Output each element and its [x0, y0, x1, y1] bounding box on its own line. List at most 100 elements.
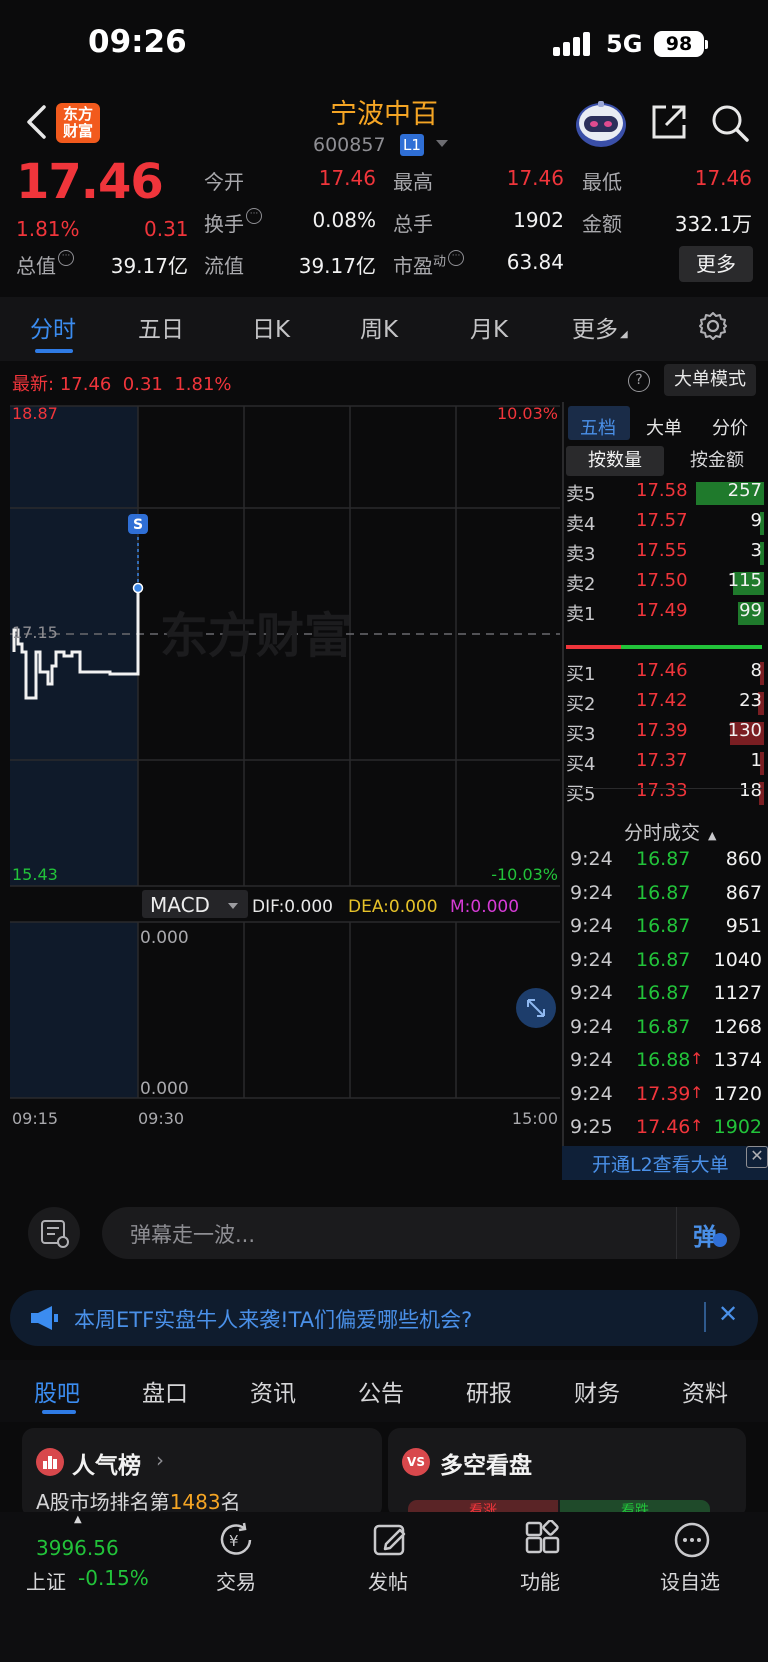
- more-dots-icon[interactable]: ···: [58, 250, 74, 266]
- y-max: 18.87: [12, 404, 58, 423]
- stock-name[interactable]: 宁波中百: [300, 92, 468, 131]
- buy-level-row[interactable]: 买2 17.42 23: [566, 690, 766, 720]
- ticks-title[interactable]: 分时成交 ▲: [624, 818, 716, 845]
- tab-pankou[interactable]: 盘口: [142, 1374, 188, 1408]
- index-value[interactable]: 3996.56: [36, 1536, 119, 1560]
- logo-text-1: 东方: [62, 105, 93, 123]
- functions-grid-icon[interactable]: [522, 1519, 562, 1560]
- more-dots-icon[interactable]: ···: [246, 208, 262, 224]
- tick-price: 17.39: [636, 1082, 691, 1105]
- nav-post[interactable]: 发帖: [368, 1566, 408, 1595]
- tick-row: 9:24 17.39 ↑ 1720: [566, 1083, 766, 1115]
- promo-banner[interactable]: 本周ETF实盘牛人来袭!TA们偏爱哪些机会? ✕: [10, 1290, 758, 1346]
- subtab-by-amount[interactable]: 按金额: [670, 446, 764, 476]
- buy-level-row[interactable]: 买1 17.46 8: [566, 660, 766, 690]
- stat-label-turnover: 换手 ···: [204, 208, 262, 237]
- stat-label-pe: 市盈动 ···: [393, 250, 465, 279]
- sell-level-row[interactable]: 卖1 17.49 99: [566, 600, 766, 630]
- index-name[interactable]: 上证: [26, 1566, 66, 1595]
- nav-trade[interactable]: 交易: [216, 1566, 256, 1595]
- logo-text-2: 财富: [62, 122, 93, 140]
- share-icon[interactable]: [650, 103, 688, 141]
- close-promo-icon[interactable]: ✕: [746, 1146, 768, 1168]
- ai-robot-icon[interactable]: [574, 98, 628, 148]
- sell-level-price: 17.58: [636, 480, 688, 501]
- megaphone-icon: [28, 1304, 60, 1332]
- buy-level-label: 买4: [566, 754, 596, 775]
- tab-intraday[interactable]: 分时: [30, 310, 76, 344]
- buy-level-row[interactable]: 买4 17.37 1: [566, 750, 766, 780]
- tick-price: 16.87: [636, 915, 691, 937]
- sell-level-row[interactable]: 卖4 17.57 9: [566, 510, 766, 540]
- ticks-title-text: 分时成交: [624, 822, 701, 844]
- stat-value-turnover: 0.08%: [312, 208, 376, 232]
- panel-tab-big-orders[interactable]: 大单: [646, 414, 682, 440]
- stat-value-amount: 332.1万: [674, 212, 752, 236]
- sell-level-row[interactable]: 卖2 17.50 115: [566, 570, 766, 600]
- rank-prefix: A股市场排名第: [36, 1490, 170, 1514]
- level-badge[interactable]: L1: [400, 134, 424, 156]
- intraday-chart[interactable]: 东方财富 S MACD DIF:0.000 DEA:0.000 M:0.000 …: [0, 402, 562, 1162]
- tick-arrow-icon: ↑: [690, 1116, 704, 1135]
- popularity-subtitle: A股市场排名第1483名: [36, 1486, 241, 1515]
- buy-level-volume: 8: [750, 660, 762, 681]
- nav-add-watchlist[interactable]: 设自选: [660, 1566, 720, 1595]
- tick-price: 17.46: [636, 1116, 691, 1138]
- panel-tab-price-dist[interactable]: 分价: [712, 414, 748, 440]
- chevron-right-icon: ›: [156, 1448, 164, 1472]
- sell-level-volume: 257: [727, 480, 762, 501]
- status-time: 09:26: [88, 24, 187, 60]
- turnover-text: 换手: [204, 212, 244, 236]
- buy-level-row[interactable]: 买5 17.33 18: [566, 780, 766, 810]
- ticks-divider: [566, 788, 762, 789]
- tab-news[interactable]: 资讯: [250, 1374, 296, 1408]
- tab-daily-k[interactable]: 日K: [252, 310, 290, 344]
- sell-level-label: 卖5: [566, 484, 596, 505]
- banner-text[interactable]: 本周ETF实盘牛人来袭!TA们偏爱哪些机会?: [74, 1304, 472, 1334]
- tab-finance[interactable]: 财务: [574, 1374, 620, 1408]
- panel-tab-five-levels[interactable]: 五档: [580, 414, 616, 440]
- market-cap-text: 总值: [16, 254, 56, 278]
- l2-promo-text[interactable]: 开通L2查看大单: [592, 1150, 729, 1177]
- help-icon[interactable]: ?: [628, 370, 650, 392]
- sell-level-row[interactable]: 卖3 17.55 3: [566, 540, 766, 570]
- buy-level-row[interactable]: 买3 17.39 130: [566, 720, 766, 750]
- banner-close-icon[interactable]: ✕: [718, 1300, 738, 1328]
- nav-functions[interactable]: 功能: [520, 1566, 560, 1595]
- buy-level-price: 17.39: [636, 720, 688, 741]
- subtab-by-quantity[interactable]: 按数量: [566, 446, 664, 476]
- buy-level-volume: 23: [739, 690, 762, 711]
- level-caret-icon[interactable]: [436, 140, 448, 147]
- buy-level-price: 17.37: [636, 750, 688, 771]
- danmaku-settings-icon[interactable]: [28, 1207, 80, 1259]
- buy-level-label: 买5: [566, 784, 596, 805]
- trade-yuan-icon[interactable]: ¥: [216, 1520, 256, 1560]
- x-label-open: 09:30: [138, 1109, 184, 1128]
- tab-five-day[interactable]: 五日: [138, 310, 184, 344]
- danmaku-input[interactable]: 弹幕走一波... 弹: [102, 1207, 740, 1259]
- search-icon[interactable]: [710, 103, 750, 143]
- back-icon[interactable]: [22, 104, 52, 140]
- big-order-mode-button[interactable]: 大单模式: [664, 364, 756, 396]
- tab-profile[interactable]: 资料: [682, 1374, 728, 1408]
- tab-research[interactable]: 研报: [466, 1374, 512, 1408]
- tab-guba[interactable]: 股吧: [34, 1374, 80, 1408]
- more-dots-circle-icon[interactable]: [672, 1520, 712, 1560]
- sell-level-row[interactable]: 卖5 17.58 257: [566, 480, 766, 510]
- settings-gear-icon[interactable]: [698, 311, 728, 341]
- tab-monthly-k[interactable]: 月K: [470, 310, 508, 344]
- sell-level-label: 卖3: [566, 544, 596, 565]
- popularity-card[interactable]: 人气榜 › A股市场排名第1483名: [22, 1428, 382, 1518]
- tab-weekly-k[interactable]: 周K: [360, 310, 398, 344]
- tick-row: 9:24 16.87 860: [566, 848, 766, 880]
- stat-value-float-cap: 39.17亿: [298, 254, 376, 278]
- tab-announcements[interactable]: 公告: [358, 1374, 404, 1408]
- danmaku-send-button[interactable]: 弹: [676, 1207, 740, 1259]
- bull-bear-card[interactable]: VS 多空看盘 看涨 看跌: [388, 1428, 746, 1518]
- compose-post-icon[interactable]: [370, 1520, 410, 1560]
- network-type: 5G: [606, 30, 643, 58]
- index-change[interactable]: -0.15%: [78, 1566, 149, 1590]
- more-dots-icon[interactable]: ···: [448, 250, 465, 266]
- more-button[interactable]: 更多: [679, 246, 753, 282]
- tab-more[interactable]: 更多 ◢: [572, 310, 628, 344]
